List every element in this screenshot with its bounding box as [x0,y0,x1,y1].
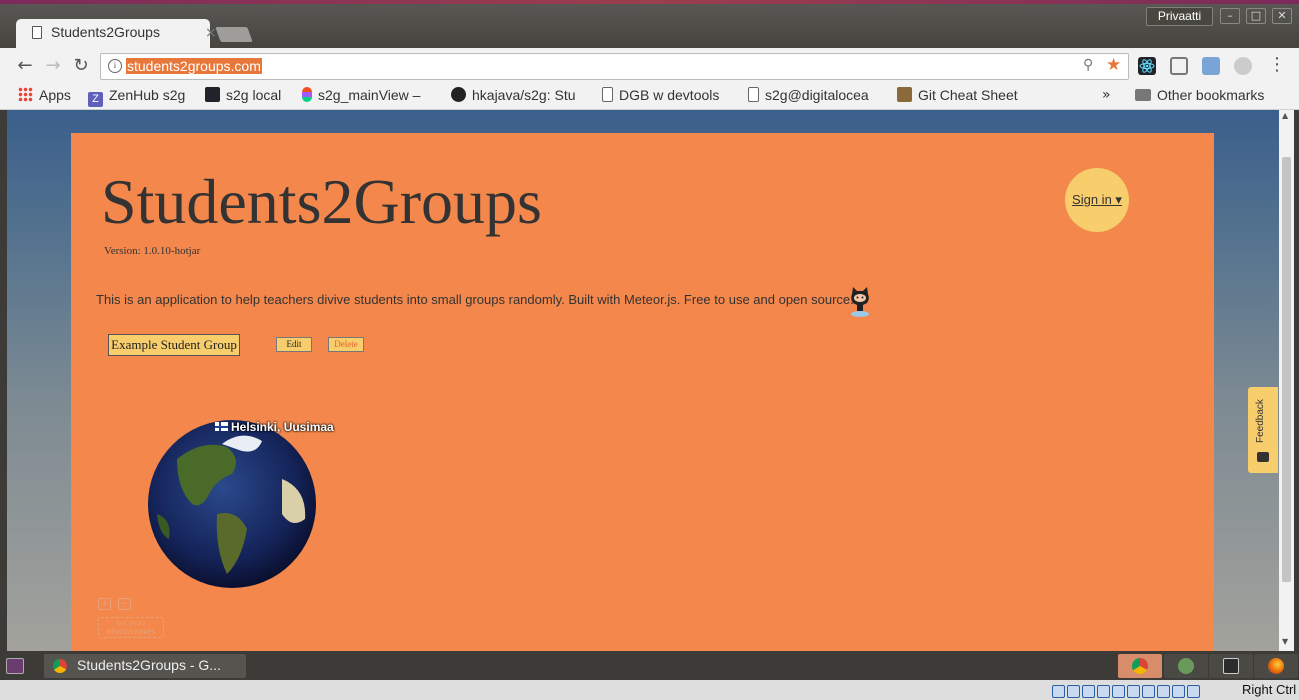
bookmark-s2g-local[interactable]: s2g local [205,87,281,103]
bookmark-dgb-devtools[interactable]: DGB w devtools [602,87,719,103]
finland-flag-icon [215,422,228,431]
git-icon [897,87,912,102]
mouse-icon[interactable] [1172,685,1185,698]
globe-location-label: Helsinki, Uusimaa [215,420,334,434]
bookmarks-overflow-button[interactable]: » [1102,87,1111,103]
bookmark-digitalocean[interactable]: s2g@digitalocea [748,87,869,103]
cpu-icon[interactable] [1157,685,1170,698]
window-titlebar: Students2Groups × Privaatti – □ ✕ [0,0,1299,48]
react-devtools-icon[interactable] [1138,57,1156,75]
github-octocat-icon[interactable] [848,285,872,317]
other-bookmarks[interactable]: Other bookmarks [1135,87,1264,103]
scrollbar-thumb[interactable] [1282,157,1291,582]
extension-gray-icon[interactable] [1234,57,1252,75]
feedback-tab[interactable]: Feedback [1248,387,1278,473]
edit-button[interactable]: Edit [276,337,312,352]
address-bar[interactable]: i students2groups.com ⚲ ★ [100,53,1129,80]
chrome-icon [53,659,67,673]
apps-grid-icon [18,87,33,102]
react-icon [205,87,220,102]
tray-app-green[interactable] [1164,654,1208,678]
version-label: Version: 1.0.10-hotjar [104,245,201,257]
scroll-down-arrow-icon[interactable]: ▼ [1282,637,1288,646]
shared-folder-icon[interactable] [1097,685,1110,698]
page-icon [32,26,42,39]
sign-in-button[interactable]: Sign in ▾ [1065,168,1129,232]
network-icon[interactable] [1067,685,1080,698]
page-icon [602,87,613,102]
scroll-up-arrow-icon[interactable]: ▲ [1282,111,1288,120]
site-info-icon[interactable]: i [108,59,122,73]
terminal-icon [1223,658,1239,674]
bookmarks-bar: Apps Z ZenHub s2g s2g local s2g_mainView … [0,84,1299,110]
firefox-icon [1268,658,1284,674]
feedback-chat-icon [1257,452,1269,462]
page-title: Students2Groups [101,166,542,237]
desktop-edge [0,0,1299,4]
page-icon [748,87,759,102]
close-window-button[interactable]: ✕ [1272,8,1292,24]
maximize-button[interactable]: □ [1246,8,1266,24]
taskbar-window-item[interactable]: Students2Groups - G... [44,654,246,678]
bookmark-figma[interactable]: s2g_mainView – [302,87,420,103]
tray-chrome[interactable] [1118,654,1162,678]
chrome-menu-icon[interactable]: ⋮ [1268,54,1286,75]
vm-statusbar: Right Ctrl [0,680,1299,700]
github-icon [451,87,466,102]
page-scrollbar[interactable]: ▲ ▼ [1279,110,1294,651]
folder-icon [1135,89,1151,101]
tray-terminal[interactable] [1209,654,1253,678]
main-card: Students2Groups Version: 1.0.10-hotjar S… [71,133,1214,651]
taskbar: Students2Groups - G... [0,651,1299,680]
bookmark-star-icon[interactable]: ★ [1106,55,1121,75]
taskbar-window-label: Students2Groups - G... [77,657,221,673]
reload-button[interactable]: ↻ [70,55,92,77]
figma-icon [302,87,312,102]
audio-icon[interactable] [1142,685,1155,698]
bookmark-apps[interactable]: Apps [18,87,71,103]
zoom-icon[interactable]: ⚲ [1083,57,1093,73]
host-key-label: Right Ctrl [1242,682,1297,697]
student-group-button[interactable]: Example Student Group [108,334,240,356]
globe-zoom-out-button[interactable]: − [118,598,131,610]
chrome-icon [1132,658,1148,674]
profile-button[interactable]: Privaatti [1146,7,1213,26]
delete-button[interactable]: Delete [328,337,364,352]
disk-icon[interactable] [1052,685,1065,698]
page-viewport: Students2Groups Version: 1.0.10-hotjar S… [7,110,1279,651]
revolver-globe[interactable] [147,419,317,589]
app-description: This is an application to help teachers … [96,292,854,307]
usb-icon[interactable] [1082,685,1095,698]
launcher-icon[interactable] [6,658,24,674]
feedback-label: Feedback [1255,399,1266,443]
browser-tab[interactable]: Students2Groups × [16,19,217,48]
minimize-button[interactable]: – [1220,8,1240,24]
bookmark-zenhub[interactable]: Z ZenHub s2g [88,87,185,107]
app-green-icon [1178,658,1194,674]
bookmark-github[interactable]: hkajava/s2g: Stu [451,87,576,103]
display-icon[interactable] [1112,685,1125,698]
globe-zoom-in-button[interactable]: + [98,598,111,610]
new-tab-button[interactable] [215,27,253,42]
video-icon[interactable] [1127,685,1140,698]
bookmark-git-cheat-sheet[interactable]: Git Cheat Sheet [897,87,1018,103]
browser-toolbar: ← → ↻ i students2groups.com ⚲ ★ ⋮ [0,48,1299,84]
tab-title: Students2Groups [51,24,160,40]
url-text[interactable]: students2groups.com [126,58,262,74]
extension-window-icon[interactable] [1202,57,1220,75]
back-button[interactable]: ← [14,55,36,77]
forward-button[interactable]: → [42,55,64,77]
keyboard-icon[interactable] [1187,685,1200,698]
vm-status-icons [1052,683,1202,700]
tray-firefox[interactable] [1254,654,1298,678]
extension-refresh-icon[interactable] [1170,57,1188,75]
revolvermaps-badge[interactable]: Get yours REVOLVERMAPS [98,617,164,638]
zenhub-icon: Z [88,92,103,107]
